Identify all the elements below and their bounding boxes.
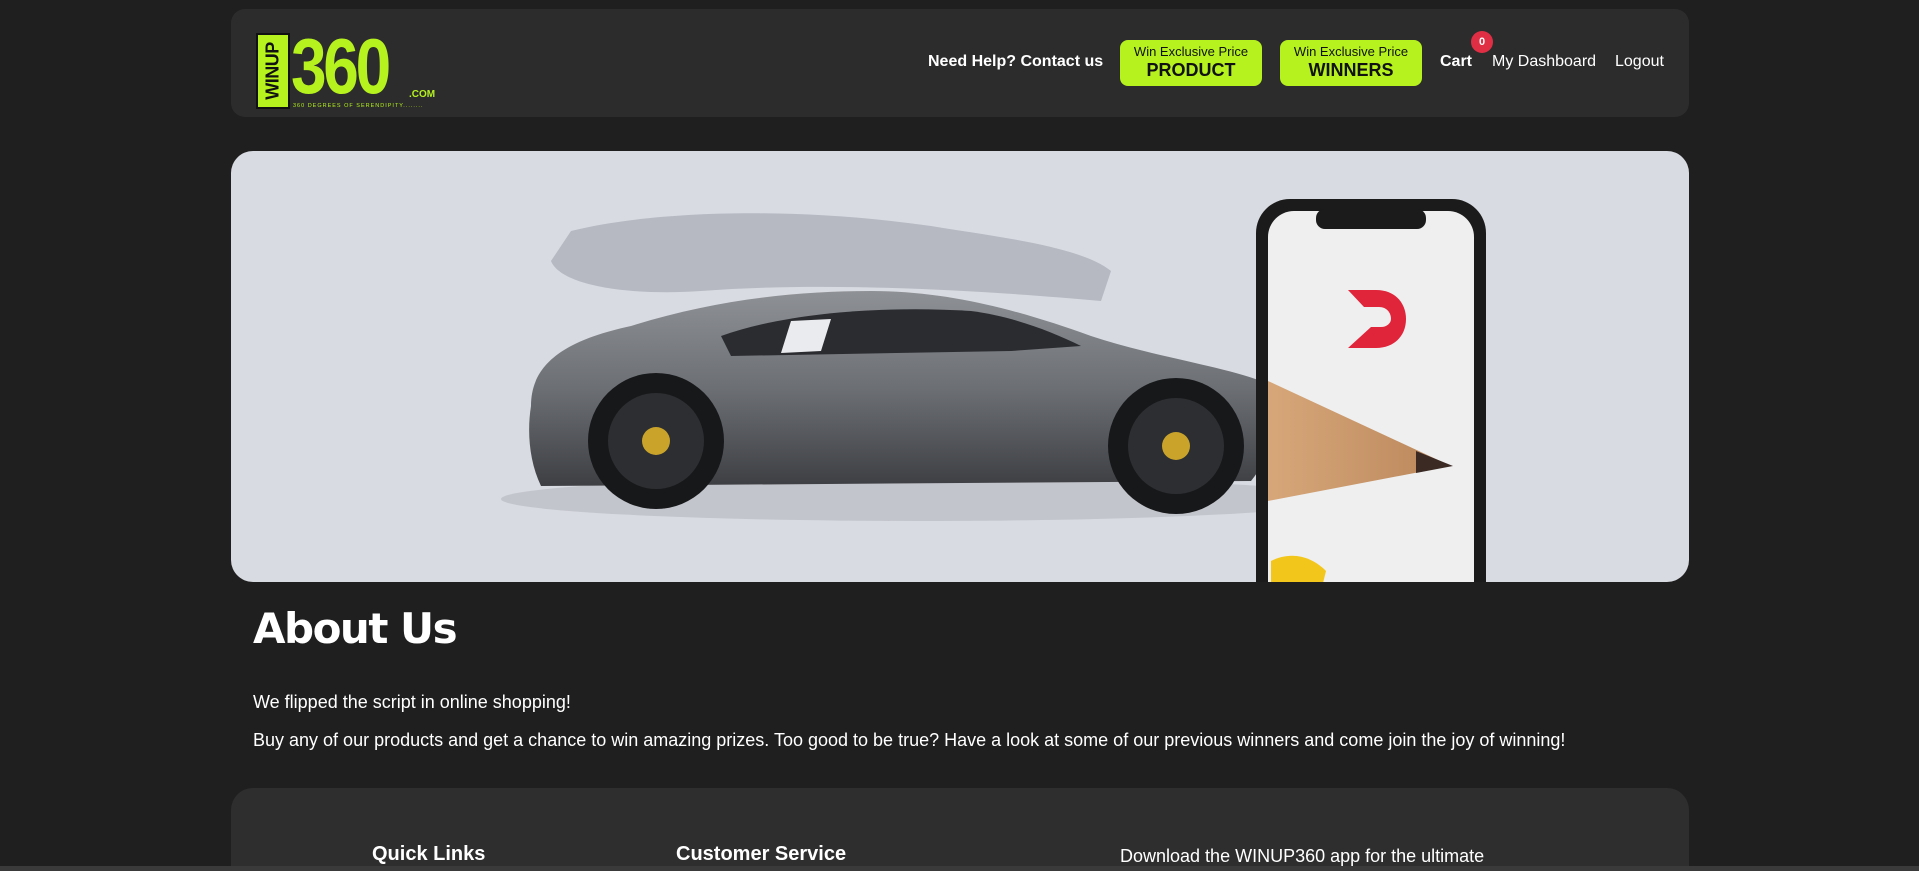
site-footer: Quick Links Customer Service Download th…	[231, 788, 1689, 871]
winners-button[interactable]: Win Exclusive Price WINNERS	[1280, 40, 1422, 86]
window-bottom-edge	[0, 866, 1919, 871]
brush-stroke-shape	[551, 213, 1111, 301]
hero-banner[interactable]	[231, 151, 1689, 582]
cart-link[interactable]: Cart	[1440, 53, 1472, 71]
contact-us-link[interactable]: Need Help? Contact us	[928, 53, 1103, 71]
site-header: WINUP 360 .COM 360 DEGREES OF SERENDIPIT…	[231, 9, 1689, 117]
logo-number: 360	[291, 22, 391, 110]
footer-download-text: Download the WINUP360 app for the ultima…	[1120, 846, 1485, 866]
my-dashboard-link[interactable]: My Dashboard	[1492, 53, 1596, 71]
logo-tagline: 360 DEGREES OF SERENDIPITY........	[293, 103, 424, 109]
phone-notch	[1316, 209, 1426, 229]
footer-quick-links-heading: Quick Links	[372, 843, 486, 865]
win-product-subtitle: Win Exclusive Price	[1133, 44, 1249, 59]
winup360-logo[interactable]: WINUP 360 .COM 360 DEGREES OF SERENDIPIT…	[253, 22, 436, 113]
about-line-2: Buy any of our products and get a chance…	[253, 730, 1566, 750]
about-line-1: We flipped the script in online shopping…	[253, 692, 571, 712]
logo-side-block: WINUP	[256, 33, 290, 109]
win-product-label: PRODUCT	[1146, 60, 1236, 80]
logo-side-text: WINUP	[262, 42, 283, 100]
about-heading: About Us	[253, 604, 458, 653]
cart-count-badge: 0	[1471, 31, 1493, 53]
win-product-button[interactable]: Win Exclusive Price PRODUCT	[1120, 40, 1262, 86]
logo-dotcom: .COM	[409, 89, 436, 100]
winners-subtitle: Win Exclusive Price	[1293, 44, 1409, 59]
hero-illustration	[501, 199, 1486, 582]
footer-customer-service-heading: Customer Service	[676, 843, 847, 865]
winners-label: WINNERS	[1308, 60, 1394, 80]
logout-link[interactable]: Logout	[1615, 53, 1664, 71]
